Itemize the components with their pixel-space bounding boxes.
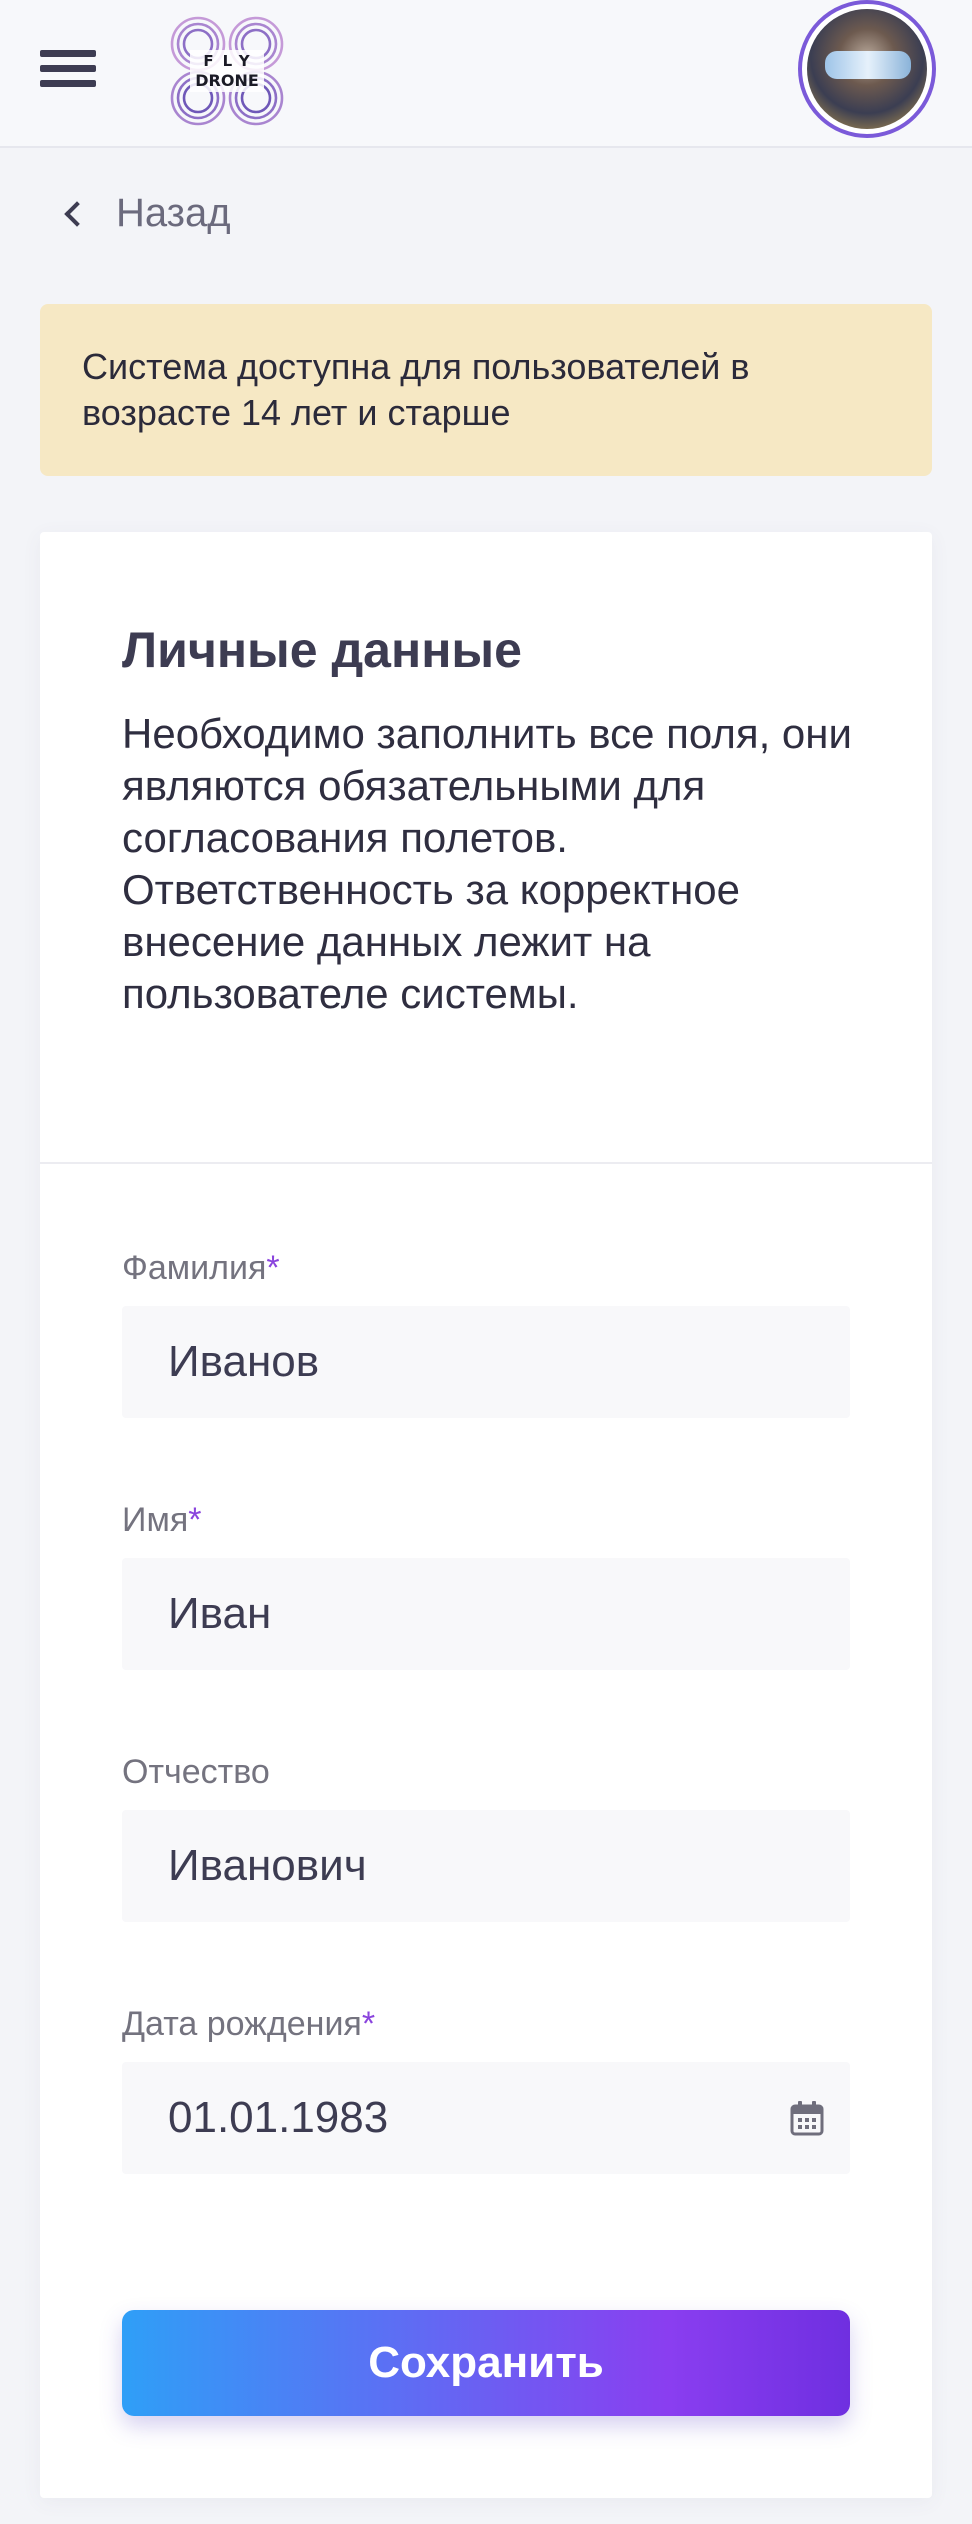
- avatar-photo: [807, 9, 927, 129]
- patronymic-label-text: Отчество: [122, 1753, 270, 1791]
- personal-data-card: Личные данные Необходимо заполнить все п…: [40, 532, 932, 2498]
- patronymic-input[interactable]: Иванович: [122, 1810, 850, 1922]
- required-mark: *: [188, 1501, 202, 1539]
- back-label: Назад: [116, 190, 231, 235]
- required-mark: *: [361, 2005, 376, 2043]
- hamburger-icon[interactable]: [40, 50, 96, 88]
- logo-text-drone: DRONE: [195, 71, 259, 90]
- card-description: Необходимо заполнить все поля, они являю…: [122, 710, 852, 1017]
- age-notice-text: Система доступна для пользователей в воз…: [82, 346, 750, 433]
- birth-date-value: 01.01.1983: [168, 2093, 389, 2142]
- required-mark: *: [266, 1249, 280, 1287]
- first-name-field-group: Имя* Иван: [122, 1500, 850, 1670]
- age-notice: Система доступна для пользователей в воз…: [40, 304, 932, 476]
- birth-date-label: Дата рождения*: [122, 2004, 850, 2044]
- logo-text-fly: FLY: [203, 52, 259, 70]
- app-header: FLY DRONE: [0, 0, 972, 148]
- fly-drone-logo[interactable]: FLY DRONE: [168, 14, 286, 128]
- first-name-label-text: Имя: [122, 1501, 189, 1539]
- birth-date-field-group: Дата рождения* 01.01.1983: [122, 2004, 850, 2174]
- first-name-input[interactable]: Иван: [122, 1558, 850, 1670]
- patronymic-field-group: Отчество Иванович: [122, 1752, 850, 1922]
- birth-date-label-text: Дата рождения: [122, 2005, 362, 2043]
- divider: [40, 1162, 932, 1164]
- card-header: Личные данные Необходимо заполнить все п…: [122, 620, 882, 1020]
- birth-date-input[interactable]: 01.01.1983: [122, 2062, 850, 2174]
- last-name-input[interactable]: Иванов: [122, 1306, 850, 1418]
- save-button[interactable]: Сохранить: [122, 2310, 850, 2416]
- last-name-field-group: Фамилия* Иванов: [122, 1248, 850, 1418]
- chevron-left-icon: [60, 186, 86, 240]
- last-name-label-text: Фамилия: [122, 1249, 267, 1287]
- page-title: Личные данные: [122, 622, 522, 678]
- avatar-visor: [825, 51, 911, 79]
- patronymic-label: Отчество: [122, 1752, 850, 1792]
- user-avatar[interactable]: [798, 0, 936, 138]
- last-name-label: Фамилия*: [122, 1248, 850, 1288]
- back-link[interactable]: Назад: [60, 186, 231, 240]
- calendar-icon[interactable]: [790, 2100, 824, 2136]
- first-name-label: Имя*: [122, 1500, 850, 1540]
